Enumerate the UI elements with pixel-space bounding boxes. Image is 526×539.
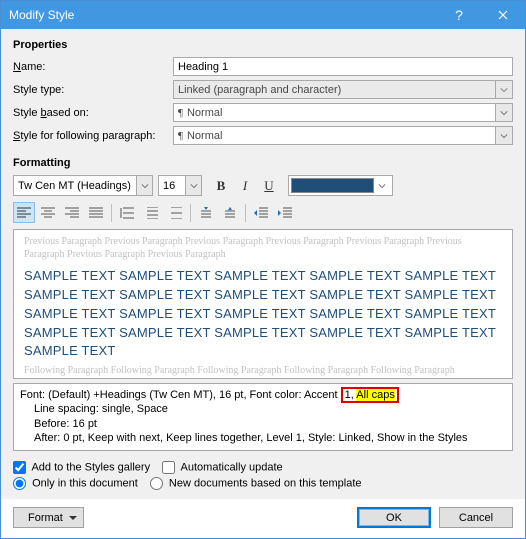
following-select[interactable]: ¶ Normal <box>173 126 513 145</box>
sample-text: SAMPLE TEXT SAMPLE TEXT SAMPLE TEXT SAMP… <box>24 324 502 343</box>
font-name-value: Tw Cen MT (Headings) <box>18 180 131 192</box>
properties-heading: Properties <box>13 39 513 51</box>
new-docs-radio[interactable]: New documents based on this template <box>150 477 362 490</box>
separator <box>245 204 246 222</box>
decrease-indent-button[interactable] <box>250 202 272 223</box>
style-type-select: Linked (paragraph and character) <box>173 80 513 99</box>
align-right-button[interactable] <box>61 202 83 223</box>
color-swatch <box>291 178 374 193</box>
line-spacing-1-5-button[interactable] <box>140 202 162 223</box>
chevron-down-icon[interactable] <box>185 176 201 195</box>
separator <box>190 204 191 222</box>
separator <box>111 204 112 222</box>
description-line: Before: 16 pt <box>20 417 506 431</box>
auto-update-checkbox[interactable]: Automatically update <box>162 461 283 474</box>
following-label: Style for following paragraph: <box>13 130 173 142</box>
description-box: Font: (Default) +Headings (Tw Cen MT), 1… <box>13 383 513 451</box>
pilcrow-icon: ¶ <box>178 130 183 142</box>
sample-text: SAMPLE TEXT SAMPLE TEXT SAMPLE TEXT SAMP… <box>24 305 502 324</box>
ok-button[interactable]: OK <box>357 507 431 528</box>
chevron-down-icon[interactable] <box>495 127 512 144</box>
based-on-label: Style based on: <box>13 107 173 119</box>
formatting-heading: Formatting <box>13 157 513 169</box>
description-line: Line spacing: single, Space <box>20 402 506 416</box>
add-gallery-checkbox[interactable]: Add to the Styles gallery <box>13 461 150 474</box>
increase-indent-button[interactable] <box>274 202 296 223</box>
description-line: Font: (Default) +Headings (Tw Cen MT), 1… <box>20 388 506 402</box>
bold-button[interactable]: B <box>210 175 232 196</box>
line-spacing-1-button[interactable] <box>116 202 138 223</box>
only-this-doc-radio[interactable]: Only in this document <box>13 477 138 490</box>
sample-text: SAMPLE TEXT SAMPLE TEXT SAMPLE TEXT SAMP… <box>24 267 502 286</box>
chevron-down-icon[interactable] <box>374 178 390 193</box>
pilcrow-icon: ¶ <box>178 107 183 119</box>
format-button[interactable]: Format <box>13 507 84 528</box>
window-title: Modify Style <box>9 8 437 22</box>
based-on-value: Normal <box>187 107 222 119</box>
font-size-value: 16 <box>163 180 175 192</box>
close-button[interactable] <box>481 1 525 29</box>
italic-button[interactable]: I <box>234 175 256 196</box>
cancel-button[interactable]: Cancel <box>439 507 513 528</box>
chevron-down-icon <box>495 81 512 98</box>
following-value: Normal <box>187 130 222 142</box>
ghost-before: Previous Paragraph Previous Paragraph Pr… <box>24 236 502 261</box>
preview-pane: Previous Paragraph Previous Paragraph Pr… <box>13 229 513 379</box>
align-center-button[interactable] <box>37 202 59 223</box>
font-size-combo[interactable]: 16 <box>158 175 202 196</box>
space-before-dec-button[interactable] <box>219 202 241 223</box>
based-on-select[interactable]: ¶ Normal <box>173 103 513 122</box>
chevron-down-icon[interactable] <box>136 176 152 195</box>
help-button[interactable]: ? <box>437 1 481 29</box>
font-color-picker[interactable] <box>288 175 393 196</box>
titlebar: Modify Style ? <box>1 1 525 29</box>
align-left-button[interactable] <box>13 202 35 223</box>
style-type-label: Style type: <box>13 84 173 96</box>
ghost-after: Following Paragraph Following Paragraph … <box>24 365 502 378</box>
description-line: After: 0 pt, Keep with next, Keep lines … <box>20 431 506 445</box>
align-justify-button[interactable] <box>85 202 107 223</box>
sample-text: SAMPLE TEXT <box>24 342 502 361</box>
line-spacing-2-button[interactable] <box>164 202 186 223</box>
name-input[interactable] <box>173 57 513 76</box>
font-name-combo[interactable]: Tw Cen MT (Headings) <box>13 175 153 196</box>
sample-text: SAMPLE TEXT SAMPLE TEXT SAMPLE TEXT SAMP… <box>24 286 502 305</box>
space-before-inc-button[interactable] <box>195 202 217 223</box>
underline-button[interactable]: U <box>258 175 280 196</box>
style-type-value: Linked (paragraph and character) <box>178 84 341 96</box>
chevron-down-icon[interactable] <box>495 104 512 121</box>
name-label: Name: <box>13 61 173 73</box>
